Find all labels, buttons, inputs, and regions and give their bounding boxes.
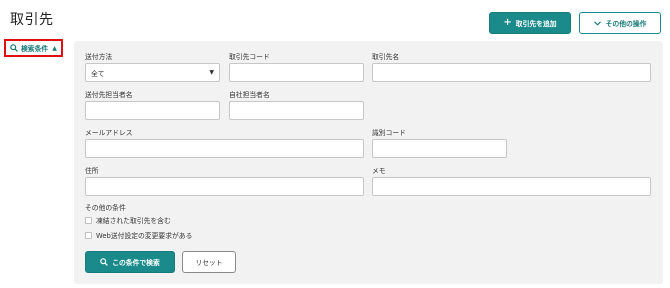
partner-contact-label: 送付先担当者名 <box>85 91 133 99</box>
partner-code-label: 取引先コード <box>229 53 270 61</box>
identifier-code-label: 識別コード <box>372 129 406 137</box>
partner-name-input[interactable] <box>372 63 651 82</box>
address-label: 住所 <box>85 167 99 175</box>
search-button-label: この条件で検索 <box>112 259 160 267</box>
plus-icon: + <box>503 17 512 28</box>
memo-input[interactable] <box>372 177 651 196</box>
search-conditions-toggle[interactable]: 検索条件 ▲ <box>4 39 63 57</box>
memo-label: メモ <box>372 167 386 175</box>
identifier-code-input[interactable] <box>372 139 507 158</box>
reset-button-label: リセット <box>195 259 223 267</box>
search-icon <box>10 44 18 52</box>
partner-code-input[interactable] <box>229 63 364 82</box>
search-conditions-label: 検索条件 <box>21 45 49 53</box>
page-title: 取引先 <box>10 12 54 28</box>
web-change-request-option[interactable]: Web送付設定の変更要求がある <box>85 230 192 240</box>
add-partner-label: 取引先を追加 <box>515 20 557 28</box>
address-input[interactable] <box>85 177 364 196</box>
include-frozen-label: 凍結された取引先を含む <box>96 217 171 225</box>
search-icon <box>100 258 109 266</box>
chevron-down-icon <box>593 20 601 26</box>
own-contact-input[interactable] <box>229 101 364 120</box>
web-change-request-label: Web送付設定の変更要求がある <box>96 232 193 240</box>
other-conditions-label: その他の条件 <box>85 204 126 212</box>
other-operations-button[interactable]: その他の操作 <box>579 12 661 34</box>
add-partner-button[interactable]: + 取引先を追加 <box>489 12 571 34</box>
send-method-value: 全て <box>91 69 105 78</box>
send-method-label: 送付方法 <box>85 53 113 61</box>
other-operations-label: その他の操作 <box>605 20 647 28</box>
email-label: メールアドレス <box>85 129 133 137</box>
caret-down-icon: ▼ <box>209 69 214 76</box>
include-frozen-checkbox[interactable] <box>85 216 92 224</box>
include-frozen-option[interactable]: 凍結された取引先を含む <box>85 215 171 225</box>
caret-up-icon: ▲ <box>52 44 57 52</box>
reset-button[interactable]: リセット <box>182 251 236 273</box>
email-input[interactable] <box>85 139 364 158</box>
partner-name-label: 取引先名 <box>372 53 400 61</box>
own-contact-label: 自社担当者名 <box>229 91 270 99</box>
send-method-select[interactable]: 全て ▼ <box>85 63 220 82</box>
search-button[interactable]: この条件で検索 <box>85 251 175 273</box>
web-change-request-checkbox[interactable] <box>85 231 92 239</box>
partner-contact-input[interactable] <box>85 101 220 120</box>
